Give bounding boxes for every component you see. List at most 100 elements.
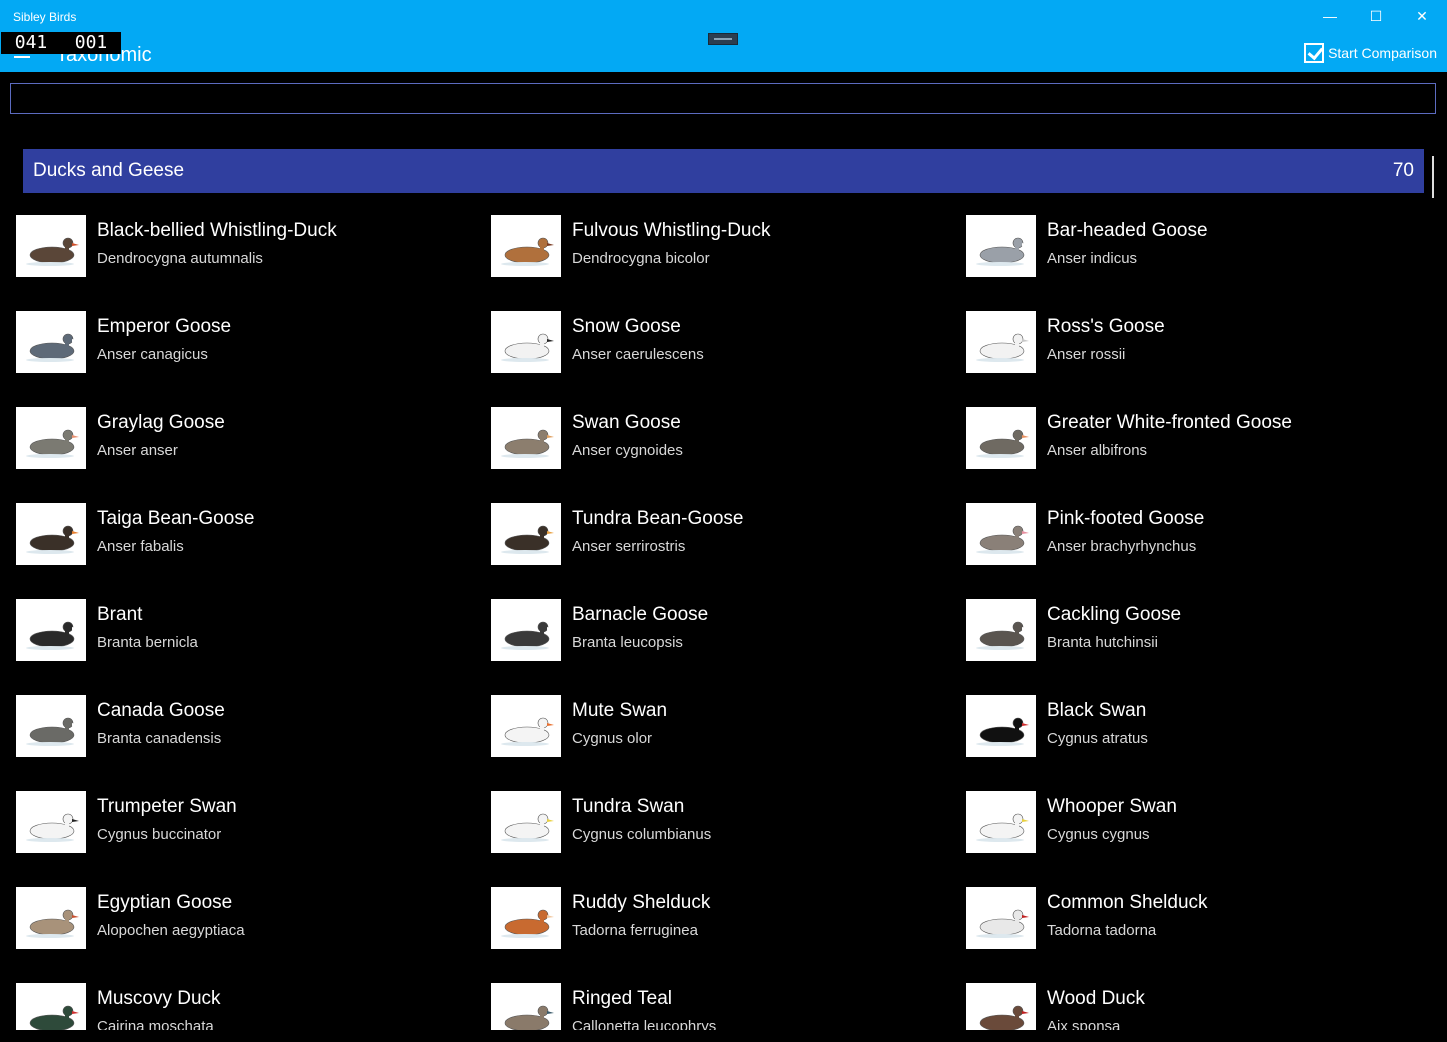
- scrollbar[interactable]: [1432, 156, 1434, 198]
- bird-common-name: Barnacle Goose: [572, 604, 709, 625]
- bird-scientific-name: Anser indicus: [1047, 250, 1138, 267]
- start-comparison-button[interactable]: Start Comparison: [1304, 40, 1437, 66]
- bird-list-item[interactable]: Black-bellied Whistling-Duck Dendrocygna …: [16, 213, 476, 285]
- bird-list-item[interactable]: Graylag Goose Anser anser: [16, 405, 476, 477]
- bird-scientific-name: Dendrocygna bicolor: [572, 250, 710, 267]
- bird-thumbnail-image: [966, 599, 1036, 661]
- bird-common-name: Common Shelduck: [1047, 892, 1208, 913]
- bird-list-item[interactable]: Greater White-fronted Goose Anser albifro…: [966, 405, 1426, 477]
- bird-scientific-name: Dendrocygna autumnalis: [97, 250, 263, 267]
- bird-scientific-name: Anser rossii: [1047, 346, 1126, 363]
- bird-list-item[interactable]: Whooper Swan Cygnus cygnus: [966, 789, 1426, 861]
- bird-common-name: Black Swan: [1047, 700, 1147, 721]
- bird-list-item[interactable]: Muscovy Duck Cairina moschata: [16, 981, 476, 1030]
- group-header[interactable]: Ducks and Geese 70: [23, 149, 1424, 193]
- bird-list-item[interactable]: Trumpeter Swan Cygnus buccinator: [16, 789, 476, 861]
- bird-thumbnail-image: [491, 791, 561, 853]
- bird-common-name: Pink-footed Goose: [1047, 508, 1205, 529]
- group-count: 70: [1392, 160, 1414, 181]
- bird-list-item[interactable]: Ross's Goose Anser rossii: [966, 309, 1426, 381]
- bird-list-item[interactable]: Emperor Goose Anser canagicus: [16, 309, 476, 381]
- bird-thumbnail-image: [16, 983, 86, 1030]
- bird-scientific-name: Branta bernicla: [97, 634, 198, 651]
- bird-common-name: Ross's Goose: [1047, 316, 1165, 337]
- frame-counter: 041 001: [1, 32, 121, 54]
- bird-thumbnail-image: [966, 695, 1036, 757]
- bird-common-name: Ringed Teal: [572, 988, 673, 1009]
- counter-left: 041: [14, 32, 48, 53]
- bird-list-item[interactable]: Black Swan Cygnus atratus: [966, 693, 1426, 765]
- bird-grid: Black-bellied Whistling-Duck Dendrocygna …: [16, 213, 1436, 1030]
- bird-thumbnail-image: [966, 215, 1036, 277]
- bird-thumbnail-image: [491, 599, 561, 661]
- bird-scientific-name: Anser anser: [97, 442, 178, 459]
- bird-thumbnail-image: [491, 311, 561, 373]
- bird-scientific-name: Anser albifrons: [1047, 442, 1148, 459]
- bird-list-item[interactable]: Tundra Bean-Goose Anser serrirostris: [491, 501, 951, 573]
- bird-scientific-name: Anser canagicus: [97, 346, 208, 363]
- bird-list-item[interactable]: Barnacle Goose Branta leucopsis: [491, 597, 951, 669]
- maximize-button[interactable]: ☐: [1353, 0, 1399, 32]
- bird-scientific-name: Cairina moschata: [97, 1018, 214, 1030]
- bird-scientific-name: Anser brachyrhynchus: [1047, 538, 1197, 555]
- bird-list-item[interactable]: Egyptian Goose Alopochen aegyptiaca: [16, 885, 476, 957]
- bird-list-item[interactable]: Cackling Goose Branta hutchinsii: [966, 597, 1426, 669]
- bird-list-item[interactable]: Brant Branta bernicla: [16, 597, 476, 669]
- drag-handle-icon[interactable]: [708, 33, 738, 45]
- bird-list-item[interactable]: Common Shelduck Tadorna tadorna: [966, 885, 1426, 957]
- bird-thumbnail-image: [491, 503, 561, 565]
- group-name: Ducks and Geese: [33, 160, 185, 181]
- bird-scientific-name: Tadorna ferruginea: [572, 922, 698, 939]
- bird-common-name: Trumpeter Swan: [97, 796, 237, 817]
- bird-common-name: Taiga Bean-Goose: [97, 508, 255, 529]
- bird-thumbnail-image: [16, 887, 86, 949]
- bird-common-name: Emperor Goose: [97, 316, 232, 337]
- bird-common-name: Tundra Bean-Goose: [572, 508, 744, 529]
- bird-list-item[interactable]: Canada Goose Branta canadensis: [16, 693, 476, 765]
- minimize-button[interactable]: —: [1307, 0, 1353, 32]
- bird-list-item[interactable]: Taiga Bean-Goose Anser fabalis: [16, 501, 476, 573]
- app-name: Sibley Birds: [13, 10, 77, 24]
- bird-scientific-name: Cygnus cygnus: [1047, 826, 1150, 843]
- bird-scientific-name: Anser cygnoides: [572, 442, 683, 459]
- bird-common-name: Cackling Goose: [1047, 604, 1182, 625]
- search-input[interactable]: [10, 83, 1436, 114]
- bird-scientific-name: Branta leucopsis: [572, 634, 683, 651]
- bird-scientific-name: Cygnus olor: [572, 730, 653, 747]
- bird-thumbnail-image: [966, 983, 1036, 1030]
- bird-thumbnail-image: [491, 887, 561, 949]
- bird-scientific-name: Anser caerulescens: [572, 346, 704, 363]
- bird-common-name: Greater White-fronted Goose: [1047, 412, 1292, 433]
- bird-thumbnail-image: [966, 791, 1036, 853]
- bird-scientific-name: Callonetta leucophrys: [572, 1018, 717, 1030]
- bird-list-item[interactable]: Mute Swan Cygnus olor: [491, 693, 951, 765]
- bird-list-item[interactable]: Snow Goose Anser caerulescens: [491, 309, 951, 381]
- bird-list-item[interactable]: Bar-headed Goose Anser indicus: [966, 213, 1426, 285]
- bird-list-item[interactable]: Pink-footed Goose Anser brachyrhynchus: [966, 501, 1426, 573]
- bird-thumbnail-image: [16, 791, 86, 853]
- bird-list-item[interactable]: Ringed Teal Callonetta leucophrys: [491, 981, 951, 1030]
- bird-list-item[interactable]: Swan Goose Anser cygnoides: [491, 405, 951, 477]
- bird-list-item[interactable]: Tundra Swan Cygnus columbianus: [491, 789, 951, 861]
- checkbox-icon: [1304, 43, 1325, 63]
- bird-common-name: Graylag Goose: [97, 412, 225, 433]
- bird-thumbnail-image: [966, 887, 1036, 949]
- bird-common-name: Swan Goose: [572, 412, 681, 433]
- title-bar: Sibley Birds Taxonomic 041 001 — ☐ ✕ Sta…: [0, 0, 1447, 72]
- bird-list-item[interactable]: Wood Duck Aix sponsa: [966, 981, 1426, 1030]
- bird-common-name: Muscovy Duck: [97, 988, 221, 1009]
- close-button[interactable]: ✕: [1399, 0, 1445, 32]
- bird-scientific-name: Branta hutchinsii: [1047, 634, 1158, 651]
- bird-scientific-name: Cygnus buccinator: [97, 826, 222, 843]
- bird-common-name: Snow Goose: [572, 316, 681, 337]
- bird-list-item[interactable]: Fulvous Whistling-Duck Dendrocygna bicolo…: [491, 213, 951, 285]
- start-comparison-label: Start Comparison: [1328, 45, 1437, 61]
- hamburger-menu-icon[interactable]: [14, 56, 30, 58]
- bird-thumbnail-image: [491, 407, 561, 469]
- bird-scientific-name: Branta canadensis: [97, 730, 222, 747]
- bird-thumbnail-image: [966, 311, 1036, 373]
- bird-common-name: Ruddy Shelduck: [572, 892, 711, 913]
- bird-thumbnail-image: [966, 503, 1036, 565]
- bird-common-name: Black-bellied Whistling-Duck: [97, 220, 337, 241]
- bird-list-item[interactable]: Ruddy Shelduck Tadorna ferruginea: [491, 885, 951, 957]
